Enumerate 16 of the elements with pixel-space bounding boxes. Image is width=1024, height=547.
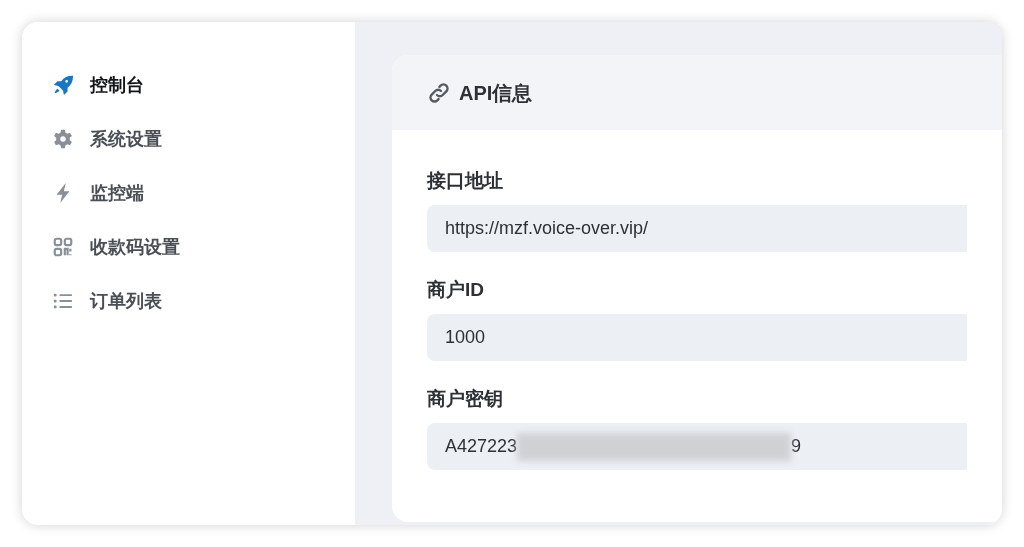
field-label: 接口地址 (427, 169, 504, 193)
sidebar-item[interactable]: 监控端 (52, 177, 355, 209)
input-field[interactable]: A427223 9 (427, 423, 967, 470)
sidebar-item[interactable]: 控制台 (52, 69, 355, 101)
field-label: 商户ID (427, 278, 485, 302)
input-field[interactable]: https://mzf.voice-over.vip/ (427, 205, 967, 252)
field-label: 商户密钥 (427, 387, 504, 411)
card-title: API信息 (459, 80, 533, 106)
settings-icon (52, 128, 74, 150)
link-icon (427, 80, 451, 105)
input-field[interactable]: 1000 (427, 314, 967, 361)
sidebar-item[interactable]: 订单列表 (52, 285, 355, 317)
qr-code-icon (52, 236, 74, 258)
rocket-icon (52, 74, 74, 96)
sidebar-item[interactable]: 收款码设置 (52, 231, 355, 263)
sidebar-item[interactable]: 系统设置 (52, 123, 355, 155)
